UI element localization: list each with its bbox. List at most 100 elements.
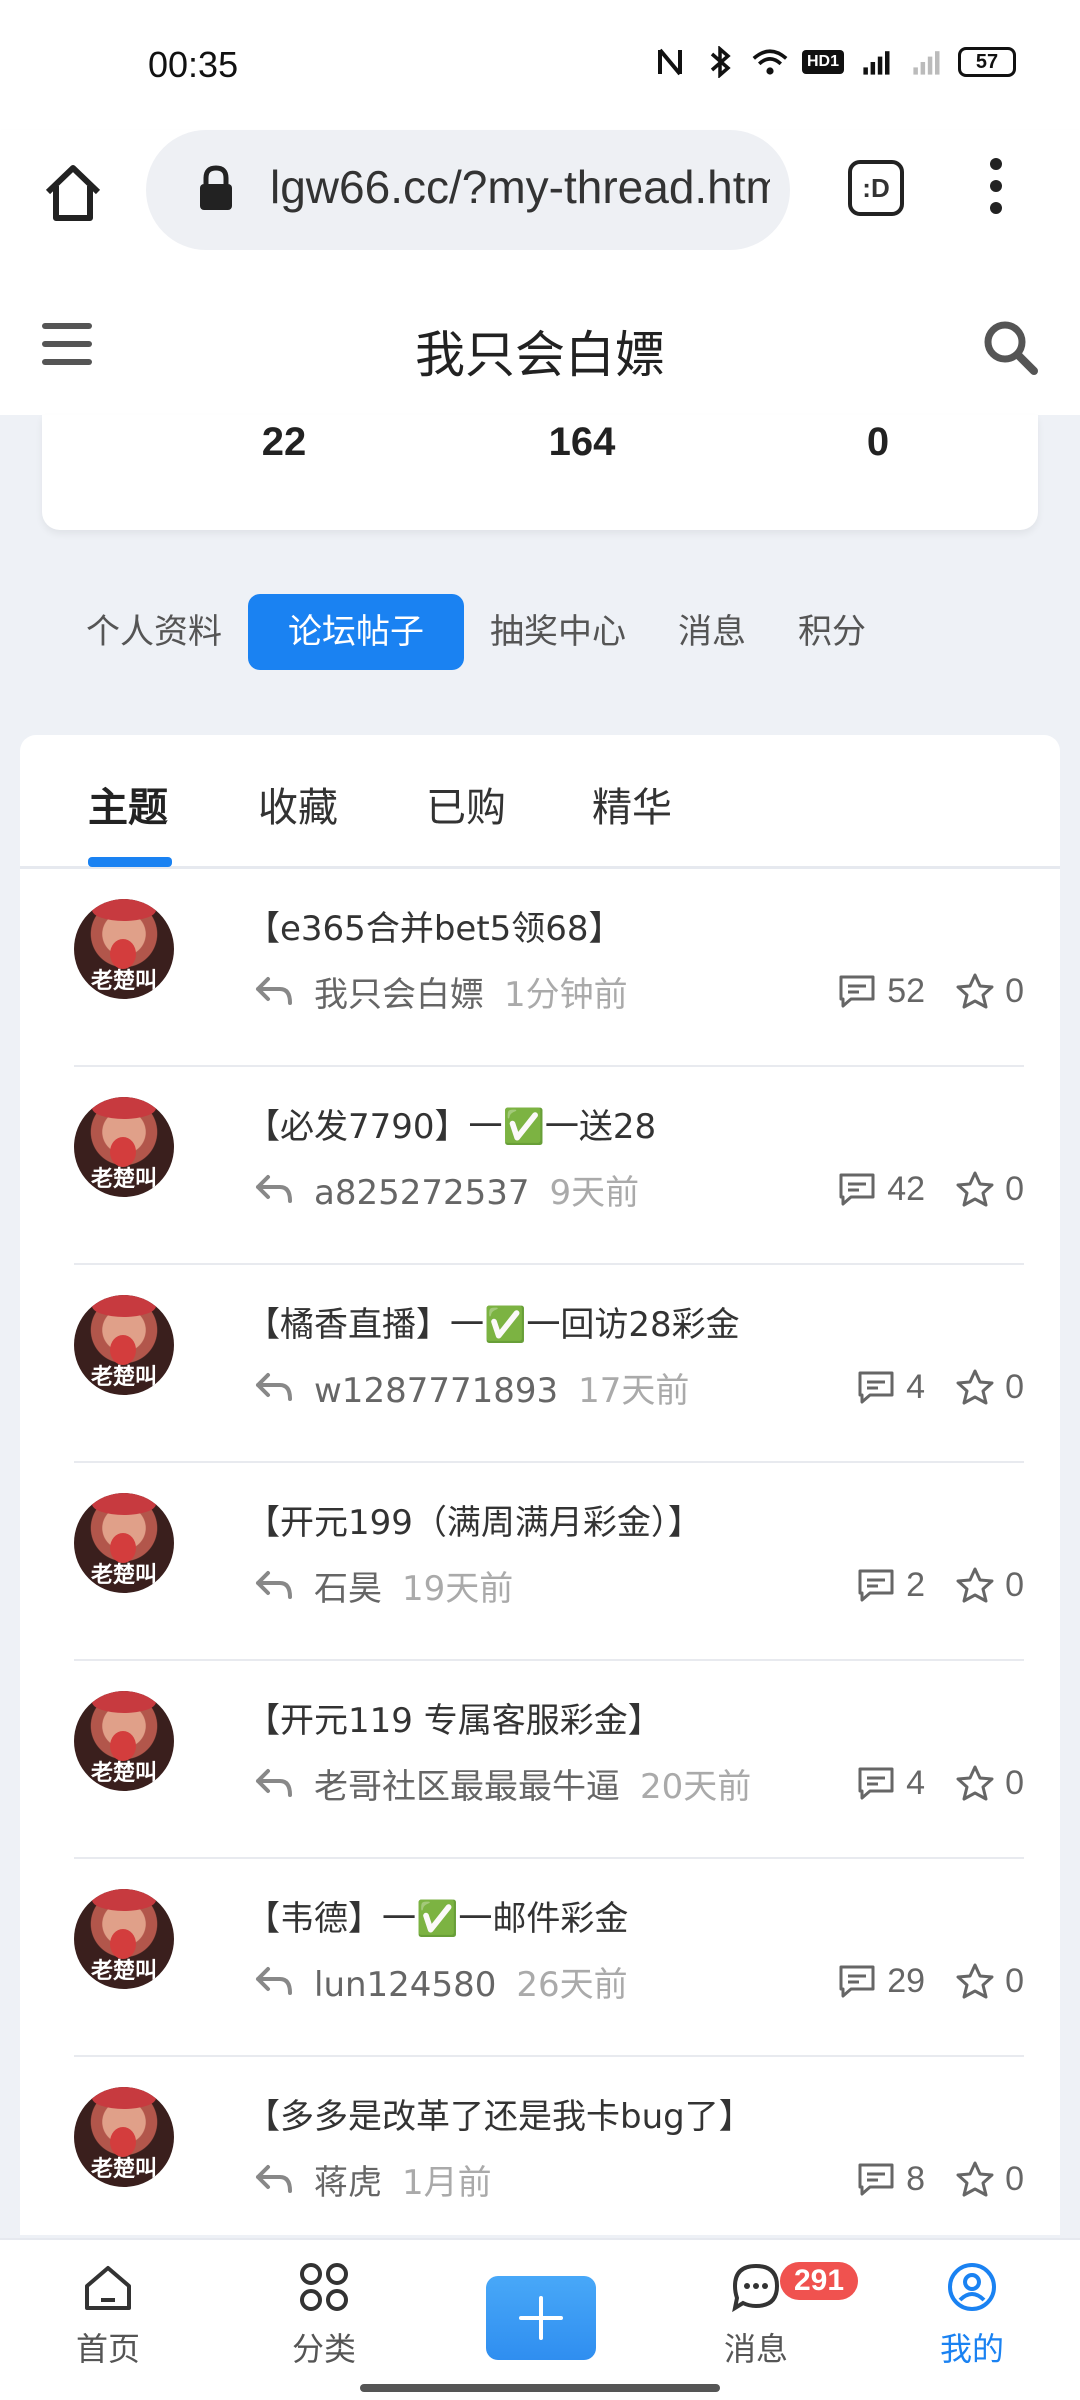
star-icon[interactable] xyxy=(955,1961,995,2001)
more-menu-icon[interactable] xyxy=(980,158,1012,224)
star-count: 0 xyxy=(1005,1961,1024,2000)
post-stats: 52 0 xyxy=(837,971,1024,1011)
star-icon[interactable] xyxy=(955,1565,995,1605)
nav-home[interactable]: 首页 xyxy=(38,2260,178,2370)
post-row[interactable]: 老楚叫 【e365合并bet5领68】 我只会白嫖 1分钟前 52 0 xyxy=(74,869,1024,1067)
tab-lottery[interactable]: 抽奖中心 xyxy=(464,594,652,670)
message-count-badge: 291 xyxy=(780,2262,859,2300)
subtab-topics[interactable]: 主题 xyxy=(88,775,168,833)
new-post-button[interactable] xyxy=(486,2276,596,2360)
post-title[interactable]: 【必发7790】一✅一送28 xyxy=(246,1099,1006,1148)
avatar-caption: 老楚叫 xyxy=(90,1761,157,1786)
avatar-caption: 老楚叫 xyxy=(90,1167,157,1192)
avatar[interactable]: 老楚叫 xyxy=(74,1691,174,1791)
post-title[interactable]: 【韦德】一✅一邮件彩金 xyxy=(246,1891,1006,1940)
post-time: 26天前 xyxy=(516,1965,628,2005)
stat-posts: 22 xyxy=(261,420,307,464)
avatar[interactable]: 老楚叫 xyxy=(74,1889,174,1989)
chat-icon xyxy=(732,2263,780,2313)
post-row[interactable]: 老楚叫 【开元119 专属客服彩金】 老哥社区最最最牛逼 20天前 4 0 xyxy=(74,1661,1024,1859)
avatar-caption: 老楚叫 xyxy=(90,1563,157,1588)
signal-weak-icon xyxy=(913,51,940,75)
comment-icon xyxy=(839,975,875,1008)
page-title: 我只会白嫖 xyxy=(415,326,665,384)
comment-count: 4 xyxy=(906,1763,926,1802)
post-stats: 4 0 xyxy=(856,1367,1024,1407)
post-stats: 29 0 xyxy=(837,1961,1024,2001)
post-author[interactable]: a825272537 xyxy=(314,1173,530,1213)
comment-icon xyxy=(839,1173,875,1206)
nav-category-label: 分类 xyxy=(291,2330,356,2368)
post-row[interactable]: 老楚叫 【橘香直播】一✅一回访28彩金 w1287771893 17天前 4 0 xyxy=(74,1265,1024,1463)
avatar[interactable]: 老楚叫 xyxy=(74,899,174,999)
star-icon[interactable] xyxy=(955,2159,995,2199)
post-author[interactable]: lun124580 xyxy=(314,1965,496,2005)
tab-switcher-button[interactable]: :D xyxy=(848,160,904,216)
post-row[interactable]: 老楚叫 【韦德】一✅一邮件彩金 lun124580 26天前 29 0 xyxy=(74,1859,1024,2057)
star-count: 0 xyxy=(1005,2159,1024,2198)
post-title[interactable]: 【多多是改革了还是我卡bug了】 xyxy=(246,2089,1006,2138)
nav-mine[interactable]: 我的 xyxy=(902,2260,1042,2370)
post-row[interactable]: 老楚叫 【必发7790】一✅一送28 a825272537 9天前 42 0 xyxy=(74,1067,1024,1265)
post-time: 1月前 xyxy=(402,2163,492,2203)
home-indicator xyxy=(360,2384,720,2392)
subtab-featured[interactable]: 精华 xyxy=(592,775,672,833)
star-icon[interactable] xyxy=(955,1169,995,1209)
url-text[interactable]: lgw66.cc/?my-thread.htm xyxy=(270,160,770,220)
avatar[interactable]: 老楚叫 xyxy=(74,2087,174,2187)
nfc-icon xyxy=(657,48,682,76)
post-author[interactable]: 老哥社区最最最牛逼 xyxy=(314,1767,620,1807)
status-icons: HD1 57 xyxy=(652,46,1016,78)
avatar[interactable]: 老楚叫 xyxy=(74,1493,174,1593)
post-time: 17天前 xyxy=(578,1371,690,1411)
tab-points[interactable]: 积分 xyxy=(772,594,892,670)
nav-mine-label: 我的 xyxy=(939,2330,1004,2368)
comment-count: 52 xyxy=(887,971,926,1010)
home-icon[interactable] xyxy=(40,160,106,226)
post-stats: 42 0 xyxy=(837,1169,1024,1209)
star-icon[interactable] xyxy=(955,1763,995,1803)
nav-category[interactable]: 分类 xyxy=(254,2260,394,2370)
post-title[interactable]: 【橘香直播】一✅一回访28彩金 xyxy=(246,1297,1006,1346)
post-subtabs: 主题 收藏 已购 精华 xyxy=(20,735,1060,869)
post-stats: 4 0 xyxy=(856,1763,1024,1803)
tab-profile[interactable]: 个人资料 xyxy=(60,594,248,670)
post-time: 9天前 xyxy=(549,1173,640,1213)
post-title[interactable]: 【e365合并bet5领68】 xyxy=(246,901,1006,950)
comment-icon xyxy=(858,1371,894,1404)
search-icon[interactable] xyxy=(980,317,1040,377)
subtab-purchased[interactable]: 已购 xyxy=(426,775,506,833)
post-row[interactable]: 老楚叫 【开元199（满周满月彩金）】 石昊 19天前 2 0 xyxy=(74,1463,1024,1661)
comment-count: 29 xyxy=(887,1961,926,2000)
post-title[interactable]: 【开元199（满周满月彩金）】 xyxy=(246,1495,1006,1544)
avatar[interactable]: 老楚叫 xyxy=(74,1295,174,1395)
star-icon[interactable] xyxy=(955,1367,995,1407)
nav-messages-label: 消息 xyxy=(723,2330,788,2368)
reply-icon xyxy=(256,1769,292,1797)
signal-icon xyxy=(863,51,890,75)
stat-other: 0 xyxy=(866,420,890,464)
status-time: 00:35 xyxy=(148,44,239,85)
tab-messages[interactable]: 消息 xyxy=(652,594,772,670)
tab-forum-posts[interactable]: 论坛帖子 xyxy=(248,594,464,670)
comment-count: 4 xyxy=(906,1367,926,1406)
star-count: 0 xyxy=(1005,971,1024,1010)
post-time: 19天前 xyxy=(402,1569,514,1609)
post-author[interactable]: 蒋虎 xyxy=(314,2163,382,2203)
post-author[interactable]: 石昊 xyxy=(314,1569,382,1609)
comment-count: 8 xyxy=(906,2159,926,2198)
post-author[interactable]: 我只会白嫖 xyxy=(314,975,484,1015)
star-icon[interactable] xyxy=(955,971,995,1011)
profile-nav: 个人资料 论坛帖子 抽奖中心 消息 积分 xyxy=(60,592,892,672)
post-title[interactable]: 【开元119 专属客服彩金】 xyxy=(246,1693,1006,1742)
comment-icon xyxy=(858,1569,894,1602)
comment-icon xyxy=(858,1767,894,1800)
avatar[interactable]: 老楚叫 xyxy=(74,1097,174,1197)
stat-replies: 164 xyxy=(548,420,616,464)
browser-toolbar: lgw66.cc/?my-thread.htm :D xyxy=(0,130,1080,275)
subtab-favorites[interactable]: 收藏 xyxy=(258,775,338,833)
post-row[interactable]: 老楚叫 【多多是改革了还是我卡bug了】 蒋虎 1月前 8 0 xyxy=(74,2057,1024,2255)
post-author[interactable]: w1287771893 xyxy=(314,1371,558,1411)
wifi-icon xyxy=(752,49,788,75)
comment-count: 42 xyxy=(887,1169,926,1208)
